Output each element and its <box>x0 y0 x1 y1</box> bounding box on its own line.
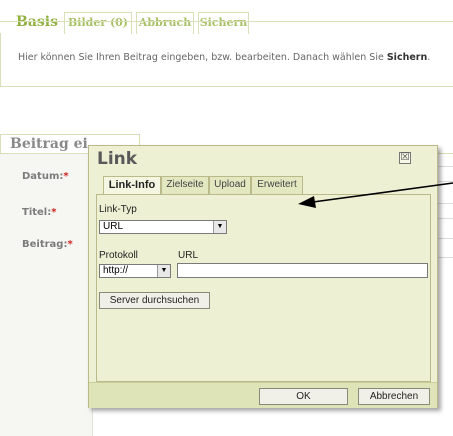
protocol-select[interactable]: http:// ▼ <box>99 264 171 278</box>
label-datum-text: Datum: <box>22 171 64 182</box>
protocol-label: Protokoll <box>99 250 138 261</box>
tab-zielseite[interactable]: Zielseite <box>161 176 209 194</box>
url-label: URL <box>178 250 199 261</box>
url-input[interactable] <box>177 263 428 278</box>
label-titel: Titel:* <box>22 207 56 218</box>
label-beitrag: Beitrag:* <box>22 239 73 250</box>
info-text-bold: Sichern <box>386 52 428 63</box>
ok-button[interactable]: OK <box>259 388 348 405</box>
tab-upload[interactable]: Upload <box>209 176 251 194</box>
cancel-button[interactable]: Abbrechen <box>358 388 430 405</box>
form-title: Beitrag ei <box>10 136 92 152</box>
link-dialog: Link ☒ Link-Info Zielseite Upload Erweit… <box>88 145 438 408</box>
dialog-title: Link <box>97 149 138 169</box>
tab-basis[interactable]: Basis <box>14 12 68 34</box>
label-titel-text: Titel: <box>22 207 52 218</box>
required-mark: * <box>67 239 73 250</box>
required-mark: * <box>63 171 69 182</box>
info-text-end: . <box>427 52 431 63</box>
link-info-panel: Link-Typ URL ▼ Protokoll URL http:// ▼ S… <box>96 194 431 382</box>
required-mark: * <box>51 207 57 218</box>
tab-abbruch[interactable]: Abbruch <box>136 12 194 34</box>
link-type-label: Link-Typ <box>99 204 137 215</box>
top-tab-bar: Basis Bilder (0) Abbruch Sichern <box>0 12 453 34</box>
dialog-footer: OK Abbrechen <box>89 382 437 408</box>
form-label-column <box>0 154 92 436</box>
label-datum: Datum:* <box>22 171 69 182</box>
info-text: Hier können Sie Ihren Beitrag eingeben, … <box>18 52 430 63</box>
close-icon[interactable]: ☒ <box>399 152 411 164</box>
browse-server-button[interactable]: Server durchsuchen <box>99 292 210 309</box>
tab-sichern[interactable]: Sichern <box>198 12 249 34</box>
tab-erweitert[interactable]: Erweitert <box>251 176 303 194</box>
tab-divider <box>0 21 453 22</box>
chevron-down-icon: ▼ <box>213 221 226 233</box>
tab-link-info[interactable]: Link-Info <box>103 176 161 195</box>
tab-bilder[interactable]: Bilder (0) <box>64 12 132 34</box>
chevron-down-icon: ▼ <box>157 265 170 277</box>
link-type-select[interactable]: URL ▼ <box>99 220 227 234</box>
link-type-value: URL <box>103 221 124 232</box>
protocol-value: http:// <box>103 265 129 276</box>
info-text-main: Hier können Sie Ihren Beitrag eingeben, … <box>18 52 387 63</box>
label-beitrag-text: Beitrag: <box>22 239 68 250</box>
